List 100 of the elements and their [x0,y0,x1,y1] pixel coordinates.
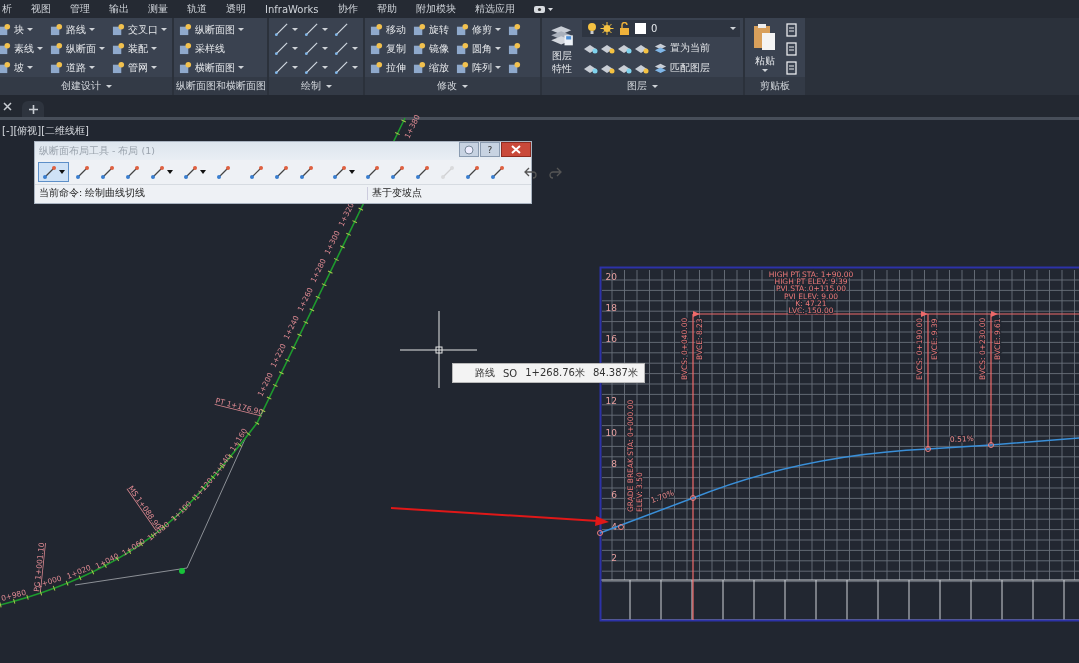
ribbon-button[interactable]: 道路 [48,58,107,77]
menu-tab[interactable]: 透明 [226,2,246,16]
panel-title-button[interactable]: 纵断面图和横断面图 [174,77,267,95]
ribbon-button[interactable]: 采样线 [177,39,246,58]
menu-tab[interactable]: 精选应用 [474,2,515,16]
menu-tab[interactable]: InfraWorks [265,3,319,15]
caret-icon [322,66,328,69]
line-node-icon [440,164,455,180]
ribbon-button[interactable]: 装配 [110,39,169,58]
ribbon-button[interactable]: 圆角 [454,39,503,58]
caret-icon [352,47,358,50]
caret-icon [322,47,328,50]
menu-tab[interactable]: 测量 [148,2,168,16]
caret-icon [325,84,332,88]
dot-square-icon [370,42,383,55]
elevation-label: 18 [605,303,617,313]
panel-title-button[interactable]: 图层 [542,77,743,95]
ribbon-button[interactable]: 纵断面 [48,39,107,58]
globe-button[interactable] [459,142,479,157]
ribbon-button[interactable]: 纵断面图 [177,20,246,39]
ribbon-button[interactable]: 移动 [368,20,408,39]
layer-state-icon [586,22,648,35]
pi-point [179,568,185,574]
dot-square-icon [112,61,125,74]
ribbon-button[interactable]: 素线 [0,39,45,58]
line-node-icon [334,41,349,56]
line-node-icon [150,164,165,180]
panel-title-button[interactable]: 绘制 [269,77,363,95]
layer-properties-button[interactable]: 图层特性 [545,20,579,77]
pvi-point [618,524,624,530]
close-icon[interactable] [3,102,12,111]
caret-icon [27,28,33,31]
menu-tab[interactable]: 析 [2,2,12,16]
caret-icon [462,84,468,88]
ribbon-button[interactable]: 交叉口 [110,20,169,39]
menu-tab[interactable]: 协作 [337,2,358,16]
dot-square-icon [50,23,63,36]
panel-title-button[interactable]: 创建设计 [0,77,172,95]
caret-icon [730,27,736,30]
caret-icon [238,66,244,69]
elevation-label: 16 [605,334,617,344]
menu-tab[interactable]: 帮助 [376,2,397,16]
ribbon-button[interactable]: 拉伸 [368,58,408,77]
ribbon-button[interactable]: 块 [0,20,45,39]
dot-square-icon [50,61,63,74]
clipboard-icon [752,22,778,52]
line-node-icon [125,164,140,180]
caret-icon [89,28,95,31]
ribbon-button[interactable]: 坡 [0,58,45,77]
line-node-icon [42,164,57,180]
line-node-icon [249,164,264,180]
dot-square-icon [508,23,521,36]
viewport-label[interactable]: [-][俯视][二维线框] [2,124,90,138]
ribbon-button[interactable]: 路线 [48,20,107,39]
ribbon-button[interactable]: 横断面图 [177,58,246,77]
document-icon[interactable] [785,61,799,75]
ribbon-button[interactable]: 复制 [368,39,408,58]
line-node-icon [304,22,319,37]
layout-tool-button[interactable] [38,162,69,182]
help-button[interactable]: ? [480,142,500,157]
close-button[interactable] [501,142,531,157]
document-icon[interactable] [785,42,799,56]
paste-button[interactable]: 粘贴 [748,20,782,77]
menu-tab[interactable]: 输出 [109,2,129,16]
menu-tab[interactable]: 管理 [70,2,90,16]
line-node-icon [304,41,319,56]
globe-icon [464,144,474,155]
menu-tab[interactable]: 附加模块 [415,2,456,16]
line-node-icon [465,164,480,180]
menu-tab[interactable]: 视图 [31,2,51,16]
ribbon-button[interactable]: 修剪 [454,20,503,39]
caret-icon [292,47,298,50]
panel-title-button[interactable]: 修改 [365,77,540,95]
caret-icon [352,66,358,69]
close-icon [511,145,521,154]
line-node-icon [490,164,505,180]
menu-tab[interactable]: 轨道 [187,2,207,16]
tooltip-text: 84.387米 [592,366,638,380]
document-icon[interactable] [785,23,799,37]
caret-icon [59,170,65,174]
elevation-label: 20 [605,272,617,282]
pvi-point [925,446,931,452]
line-node-icon [75,164,90,180]
ribbon-button[interactable]: 管网 [110,58,169,77]
ribbon-button[interactable]: 镜像 [411,39,451,58]
line-node-icon [216,164,231,180]
caret-icon [27,66,33,69]
layer-action-button[interactable]: 置为当前 [652,38,712,57]
layer-dropdown[interactable]: 0 [582,20,740,37]
ribbon-button[interactable]: 缩放 [411,58,451,77]
new-tab-button[interactable] [22,101,44,117]
ribbon-button[interactable]: 阵列 [454,58,503,77]
dot-square-icon [370,61,383,74]
pvi-point [988,442,994,448]
dot-square-icon [508,42,521,55]
panel-title-button[interactable]: 剪贴板 [745,77,805,95]
ribbon-button[interactable]: 旋转 [411,20,451,39]
camera-icon[interactable] [533,4,554,14]
layer-action-button[interactable]: 匹配图层 [652,58,712,77]
command-status: 当前命令: 绘制曲线切线 [38,186,147,200]
